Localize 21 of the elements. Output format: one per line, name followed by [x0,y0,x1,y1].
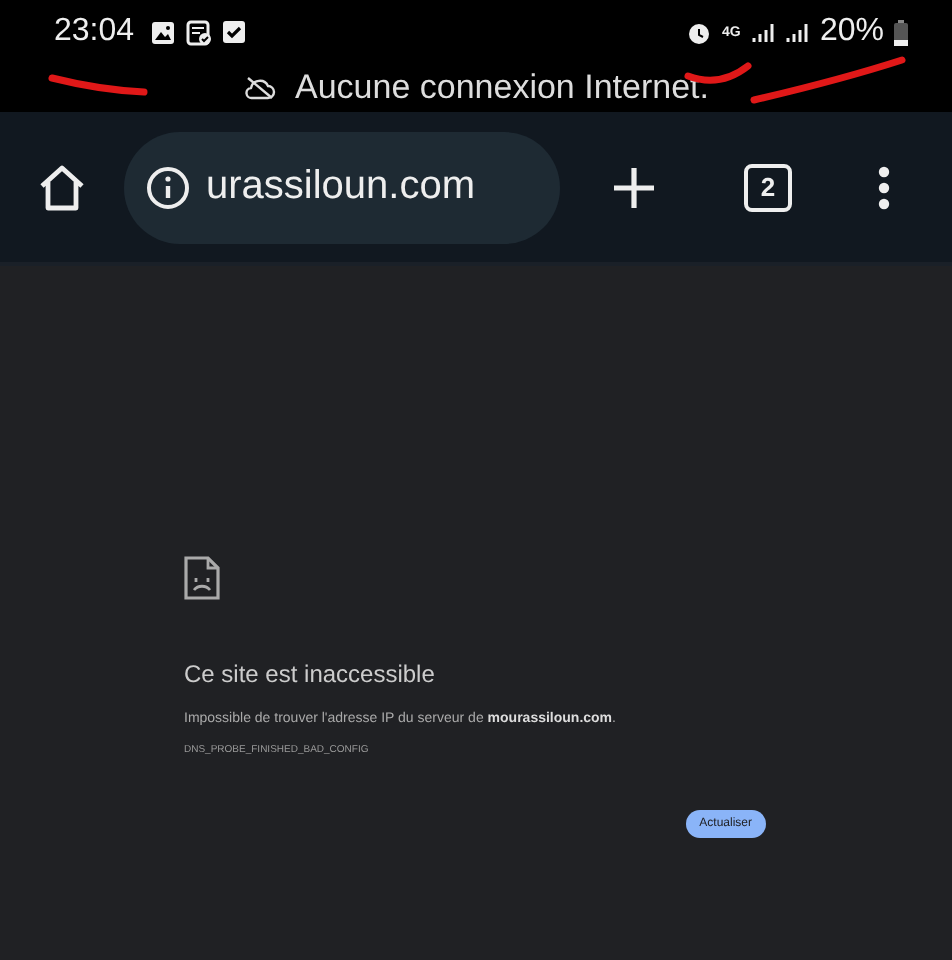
error-title: Ce site est inaccessible [184,660,435,688]
sad-document-icon [184,556,220,600]
home-icon[interactable] [36,161,88,213]
pen-stroke [48,74,148,96]
battery-percent: 20% [819,14,884,50]
url-text: urassiloun.com [206,164,476,210]
info-icon [146,165,190,209]
notice-text: Aucune connexion Internet. [295,68,709,108]
alarm-icon [685,19,712,45]
battery-icon [894,19,908,45]
cloud-off-icon [243,76,275,100]
signal-icon [785,21,810,43]
image-icon [150,19,177,45]
address-bar[interactable]: urassiloun.com [124,131,560,243]
signal-icon [751,21,776,43]
calendar-check-icon [186,19,213,45]
menu-icon[interactable] [878,165,890,209]
checkbox-icon [222,20,247,44]
tab-count-button[interactable]: 2 [744,163,792,211]
new-tab-icon[interactable] [612,165,656,209]
status-time: 23:04 [54,14,135,50]
